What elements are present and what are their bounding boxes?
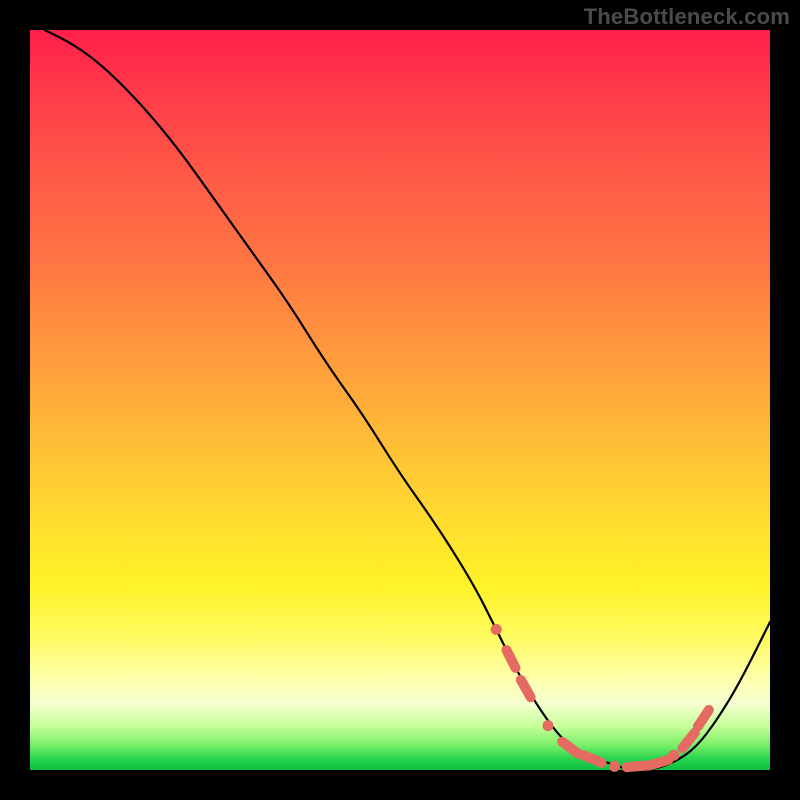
watermark-text: TheBottleneck.com	[584, 4, 790, 30]
marker-pill	[583, 755, 601, 763]
marker-pill	[521, 680, 531, 697]
valley-markers	[491, 624, 709, 772]
marker-pill	[627, 766, 647, 768]
plot-area	[30, 30, 770, 770]
bottleneck-curve	[45, 30, 770, 770]
marker-pill	[698, 710, 709, 727]
marker-dot	[491, 624, 502, 635]
marker-pill	[649, 760, 668, 766]
chart-frame: TheBottleneck.com	[0, 0, 800, 800]
chart-svg	[30, 30, 770, 770]
marker-pill	[562, 742, 578, 754]
marker-pill	[507, 650, 516, 668]
marker-dot	[668, 750, 679, 761]
marker-dot	[609, 761, 620, 772]
marker-pill	[682, 733, 694, 749]
marker-dot	[543, 720, 554, 731]
